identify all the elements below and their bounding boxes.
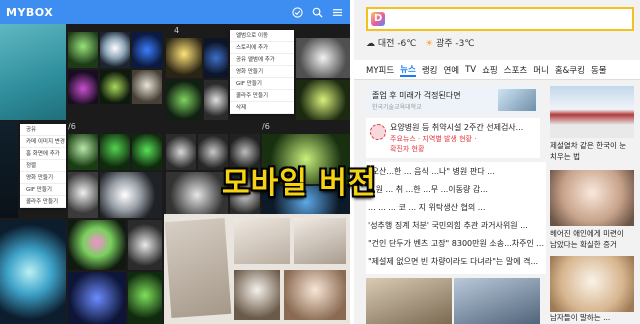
menu-item[interactable]: 앨범으로 이동 bbox=[230, 30, 294, 42]
photo-thumb[interactable] bbox=[296, 38, 350, 78]
context-menu-top: 앨범으로 이동 스토리에 추가 공유 앨범에 추가 영화 만들기 GIF 만들기… bbox=[230, 30, 294, 114]
menu-item[interactable]: 스토리에 추가 bbox=[230, 42, 294, 54]
menu-item[interactable]: 홈 화면에 추가 bbox=[20, 148, 66, 160]
virus-icon bbox=[370, 124, 386, 140]
side-thumb-illustration[interactable] bbox=[550, 170, 634, 226]
photo-thumb[interactable] bbox=[100, 70, 130, 104]
search-bar[interactable]: D bbox=[366, 7, 634, 31]
menu-item[interactable]: 카메 이미지 변경 bbox=[20, 136, 66, 148]
cloud-icon: ☁ bbox=[366, 39, 375, 49]
side-headline[interactable]: 제설열차 같은 한국이 눈 치우는 법 bbox=[550, 140, 630, 164]
tab-ranking[interactable]: 랭킹 bbox=[422, 64, 438, 76]
tab-money[interactable]: 머니 bbox=[533, 64, 549, 76]
menu-item[interactable]: 삭제 bbox=[230, 102, 294, 114]
tab-animal[interactable]: 동물 bbox=[591, 64, 607, 76]
photo-count: 4 bbox=[174, 26, 180, 35]
ad-subtitle: 한국기술교육대학교 bbox=[372, 104, 422, 111]
news-item[interactable]: ... ... ... 코 ... 지 위탁생산 협의 ... bbox=[368, 202, 544, 213]
news-item[interactable]: '성추행 징계 처분' 국민의힘 추관 과거사위원 ... bbox=[368, 220, 544, 231]
side-headline[interactable]: 남자들이 말하는 ... bbox=[550, 312, 630, 324]
weather-city: 대전 bbox=[377, 39, 395, 49]
photo-thumb[interactable] bbox=[132, 134, 162, 170]
portal-panel: D ☁ 대전 -6℃ ☀ 광주 -3℃ MY피드 뉴스 랭킹 연예 TV 쇼핑 … bbox=[354, 0, 640, 324]
tab-entertainment[interactable]: 연예 bbox=[443, 64, 459, 76]
photo-thumb[interactable] bbox=[68, 172, 98, 218]
context-menu-bottom: 공유 카메 이미지 변경 홈 화면에 추가 정렬 영화 만들기 GIF 만들기 … bbox=[20, 124, 66, 208]
menu-item[interactable]: GIF 만들기 bbox=[20, 184, 66, 196]
news-item[interactable]: "건인 단두가 벤츠 고장" 8300만원 소송...차주인 ... bbox=[368, 238, 544, 249]
menu-item[interactable]: 콜라주 만들기 bbox=[230, 90, 294, 102]
menu-icon[interactable] bbox=[330, 5, 344, 19]
photo-thumb[interactable] bbox=[68, 272, 126, 324]
app-title: MYBOX bbox=[6, 5, 54, 19]
photo-thumb[interactable] bbox=[0, 122, 18, 218]
covid-headline: 요양병원 등 취약시설 2주간 선제검사... bbox=[390, 123, 524, 132]
collage-photo[interactable] bbox=[164, 214, 350, 324]
tab-sports[interactable]: 스포츠 bbox=[504, 64, 527, 76]
search-icon[interactable] bbox=[310, 5, 324, 19]
photo-thumb[interactable] bbox=[132, 70, 162, 104]
ad-title: 졸업 후 미래가 걱정된다면 bbox=[372, 91, 461, 100]
photo-thumb[interactable] bbox=[296, 80, 350, 120]
check-circle-icon[interactable] bbox=[290, 5, 304, 19]
menu-item[interactable]: 공유 bbox=[20, 124, 66, 136]
photo-thumb[interactable] bbox=[128, 220, 162, 270]
photo-thumb[interactable] bbox=[68, 220, 126, 270]
photo-thumb[interactable] bbox=[68, 134, 98, 170]
news-item[interactable]: "제설제 없으면 빈 차량이라도 다녀라"는 말에 격... bbox=[368, 256, 544, 267]
weather-city: 광주 bbox=[435, 39, 453, 49]
ad-thumbnail bbox=[498, 89, 536, 111]
daum-logo-icon: D bbox=[371, 12, 385, 26]
photo-thumb[interactable] bbox=[100, 172, 162, 218]
weather-temp: -6℃ bbox=[397, 39, 417, 49]
side-headline[interactable]: 헤어진 애인에게 미련이 남았다는 확실한 증거 bbox=[550, 228, 630, 252]
photo-thumb[interactable] bbox=[100, 32, 130, 68]
menu-item[interactable]: 영화 만들기 bbox=[230, 66, 294, 78]
tab-shopping[interactable]: 쇼핑 bbox=[482, 64, 498, 76]
covid-status-link: 확진자 현황 bbox=[390, 145, 425, 153]
side-thumb-cartoon[interactable] bbox=[550, 256, 634, 312]
news-item[interactable]: "오산...한 ... 음식 ...나" 병원 판다 ... bbox=[368, 166, 544, 177]
news-thumb[interactable] bbox=[454, 278, 540, 324]
menu-item[interactable]: GIF 만들기 bbox=[230, 78, 294, 90]
side-thumb-train[interactable] bbox=[550, 86, 634, 138]
photo-thumb[interactable] bbox=[166, 38, 202, 78]
covid-news-card[interactable]: 요양병원 등 취약시설 2주간 선제검사... 주요뉴스 · 지역별 발생 현황… bbox=[366, 118, 540, 158]
tab-home-cooking[interactable]: 홈&쿠킹 bbox=[555, 64, 585, 76]
overlay-title: 모바일 버전 bbox=[222, 166, 377, 201]
photo-thumb[interactable] bbox=[100, 134, 130, 170]
menu-item[interactable]: 공유 앨범에 추가 bbox=[230, 54, 294, 66]
photo-thumb[interactable] bbox=[204, 38, 228, 78]
ad-card[interactable]: 졸업 후 미래가 걱정된다면 한국기술교육대학교 bbox=[366, 86, 540, 114]
tab-news[interactable]: 뉴스 bbox=[400, 63, 416, 77]
news-item[interactable]: ...원 ... 취 ...한 ...무 ...이동량 감... bbox=[368, 184, 544, 195]
weather-temp: -3℃ bbox=[455, 39, 475, 49]
photo-thumb[interactable] bbox=[128, 272, 162, 324]
menu-item[interactable]: 정렬 bbox=[20, 160, 66, 172]
photo-thumb[interactable] bbox=[132, 32, 162, 68]
photo-thumb[interactable] bbox=[68, 32, 98, 68]
mybox-topbar: MYBOX bbox=[0, 0, 350, 24]
photo-thumb[interactable] bbox=[166, 80, 202, 120]
photo-count: /6 bbox=[262, 122, 270, 131]
photo-thumb[interactable] bbox=[68, 70, 98, 104]
news-thumb[interactable] bbox=[366, 278, 452, 324]
photo-thumb[interactable] bbox=[0, 220, 66, 324]
weather-bar: ☁ 대전 -6℃ ☀ 광주 -3℃ bbox=[366, 36, 474, 49]
category-tabs: MY피드 뉴스 랭킹 연예 TV 쇼핑 스포츠 머니 홈&쿠킹 동물 bbox=[354, 60, 640, 80]
photo-thumb[interactable] bbox=[204, 80, 228, 120]
covid-links: 주요뉴스 · 지역별 발생 현황 · bbox=[390, 135, 477, 143]
tab-myfeed[interactable]: MY피드 bbox=[366, 64, 394, 76]
sun-icon: ☀ bbox=[425, 39, 434, 49]
tab-tv[interactable]: TV bbox=[465, 65, 476, 75]
photo-thumb[interactable] bbox=[166, 134, 196, 170]
menu-item[interactable]: 콜라주 만들기 bbox=[20, 196, 66, 208]
news-list: "오산...한 ... 음식 ...나" 병원 판다 ... ...원 ... … bbox=[366, 162, 546, 274]
screenshot-root: MYBOX 4 앨범으로 이동 스토리에 추가 공유 앨범에 추가 영화 만들기… bbox=[0, 0, 640, 324]
photo-thumb[interactable] bbox=[166, 172, 228, 218]
photo-count: /6 bbox=[68, 122, 76, 131]
menu-item[interactable]: 영화 만들기 bbox=[20, 172, 66, 184]
photo-thumb[interactable] bbox=[0, 24, 66, 120]
